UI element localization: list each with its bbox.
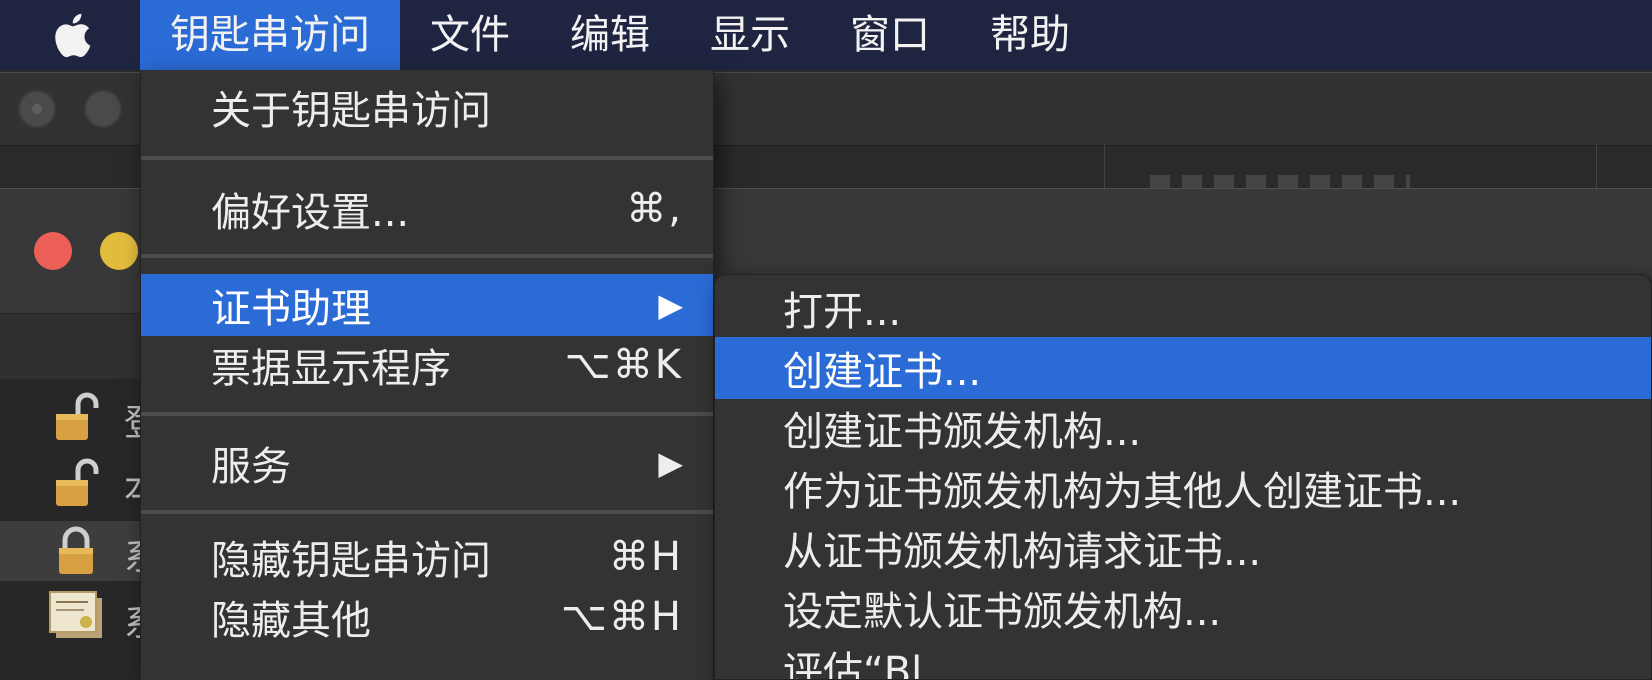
menu-separator: [141, 246, 713, 266]
apple-logo-icon[interactable]: [0, 0, 140, 70]
menu-item-label: 创建证书...: [783, 349, 982, 395]
background-window-minimize-button[interactable]: [84, 90, 122, 128]
menu-item-services[interactable]: 服务 ▶: [141, 432, 713, 494]
menu-item-label: 票据显示程序: [211, 346, 451, 392]
submenu-item-evaluate[interactable]: 评估“Bl: [715, 637, 1651, 680]
menu-item-certificate-assistant[interactable]: 证书助理 ▶: [141, 274, 713, 336]
menu-item-label: 服务: [211, 444, 291, 490]
unlocked-padlock-icon: [54, 458, 100, 508]
menu-item-preferences[interactable]: 偏好设置... ⌘,: [141, 178, 713, 240]
menu-file[interactable]: 文件: [400, 0, 540, 70]
locked-padlock-icon: [56, 526, 102, 576]
menu-item-label: 证书助理: [211, 286, 371, 332]
menu-item-about[interactable]: 关于钥匙串访问: [141, 76, 713, 138]
menu-window[interactable]: 窗口: [820, 0, 960, 70]
submenu-arrow-icon: ▶: [658, 286, 683, 324]
menu-item-label: 偏好设置...: [211, 190, 410, 236]
menu-keychain-access[interactable]: 钥匙串访问: [140, 0, 400, 70]
menu-item-shortcut: ⌘,: [626, 186, 683, 232]
menu-item-label: 隐藏其他: [211, 598, 371, 644]
submenu-item-open[interactable]: 打开...: [715, 277, 1651, 339]
menu-item-label: 打开...: [783, 289, 902, 335]
column-divider: [1104, 145, 1105, 193]
menu-separator: [141, 148, 713, 168]
menu-separator: [141, 404, 713, 424]
menu-item-label: 创建证书颁发机构...: [783, 409, 1142, 455]
background-window-close-button[interactable]: [18, 90, 56, 128]
certificate-assistant-submenu: 打开... 创建证书... 创建证书颁发机构... 作为证书颁发机构为其他人创建…: [714, 274, 1652, 680]
menu-item-label: 隐藏钥匙串访问: [211, 538, 491, 584]
menu-item-shortcut: ⌥⌘H: [560, 594, 683, 640]
menu-bar: 钥匙串访问 文件 编辑 显示 窗口 帮助: [0, 0, 1652, 70]
menu-item-label: 评估“Bl: [783, 649, 923, 680]
menu-item-label: 设定默认证书颁发机构...: [783, 589, 1222, 635]
menu-help[interactable]: 帮助: [960, 0, 1100, 70]
menu-item-shortcut: ⌥⌘K: [564, 342, 683, 388]
certificate-icon: [48, 590, 104, 642]
screen: 登 本 系 系 钥匙串访问 文件: [0, 0, 1652, 680]
submenu-arrow-icon: ▶: [658, 444, 683, 482]
window-minimize-button[interactable]: [100, 232, 138, 270]
unlocked-padlock-icon: [54, 392, 100, 442]
menu-item-label: 从证书颁发机构请求证书...: [783, 529, 1262, 575]
menu-item-shortcut: ⌘H: [608, 534, 683, 580]
menu-item-ticket-viewer[interactable]: 票据显示程序 ⌥⌘K: [141, 334, 713, 396]
menu-item-label: 作为证书颁发机构为其他人创建证书...: [783, 469, 1462, 515]
submenu-item-create-ca[interactable]: 创建证书颁发机构...: [715, 397, 1651, 459]
column-divider: [1596, 145, 1597, 193]
menu-item-label: 关于钥匙串访问: [211, 88, 491, 134]
submenu-item-create-cert-for-others[interactable]: 作为证书颁发机构为其他人创建证书...: [715, 457, 1651, 519]
menu-item-hide-keychain-access[interactable]: 隐藏钥匙串访问 ⌘H: [141, 526, 713, 588]
submenu-item-set-default-ca[interactable]: 设定默认证书颁发机构...: [715, 577, 1651, 639]
window-close-button[interactable]: [34, 232, 72, 270]
menu-item-hide-others[interactable]: 隐藏其他 ⌥⌘H: [141, 586, 713, 648]
submenu-item-request-from-ca[interactable]: 从证书颁发机构请求证书...: [715, 517, 1651, 579]
menu-edit[interactable]: 编辑: [540, 0, 680, 70]
menu-separator: [141, 502, 713, 522]
submenu-item-create-certificate[interactable]: 创建证书...: [715, 337, 1651, 399]
menu-view[interactable]: 显示: [680, 0, 820, 70]
keychain-access-menu: 关于钥匙串访问 偏好设置... ⌘, 证书助理 ▶ 票据显示程序 ⌥⌘K 服务 …: [140, 70, 714, 680]
